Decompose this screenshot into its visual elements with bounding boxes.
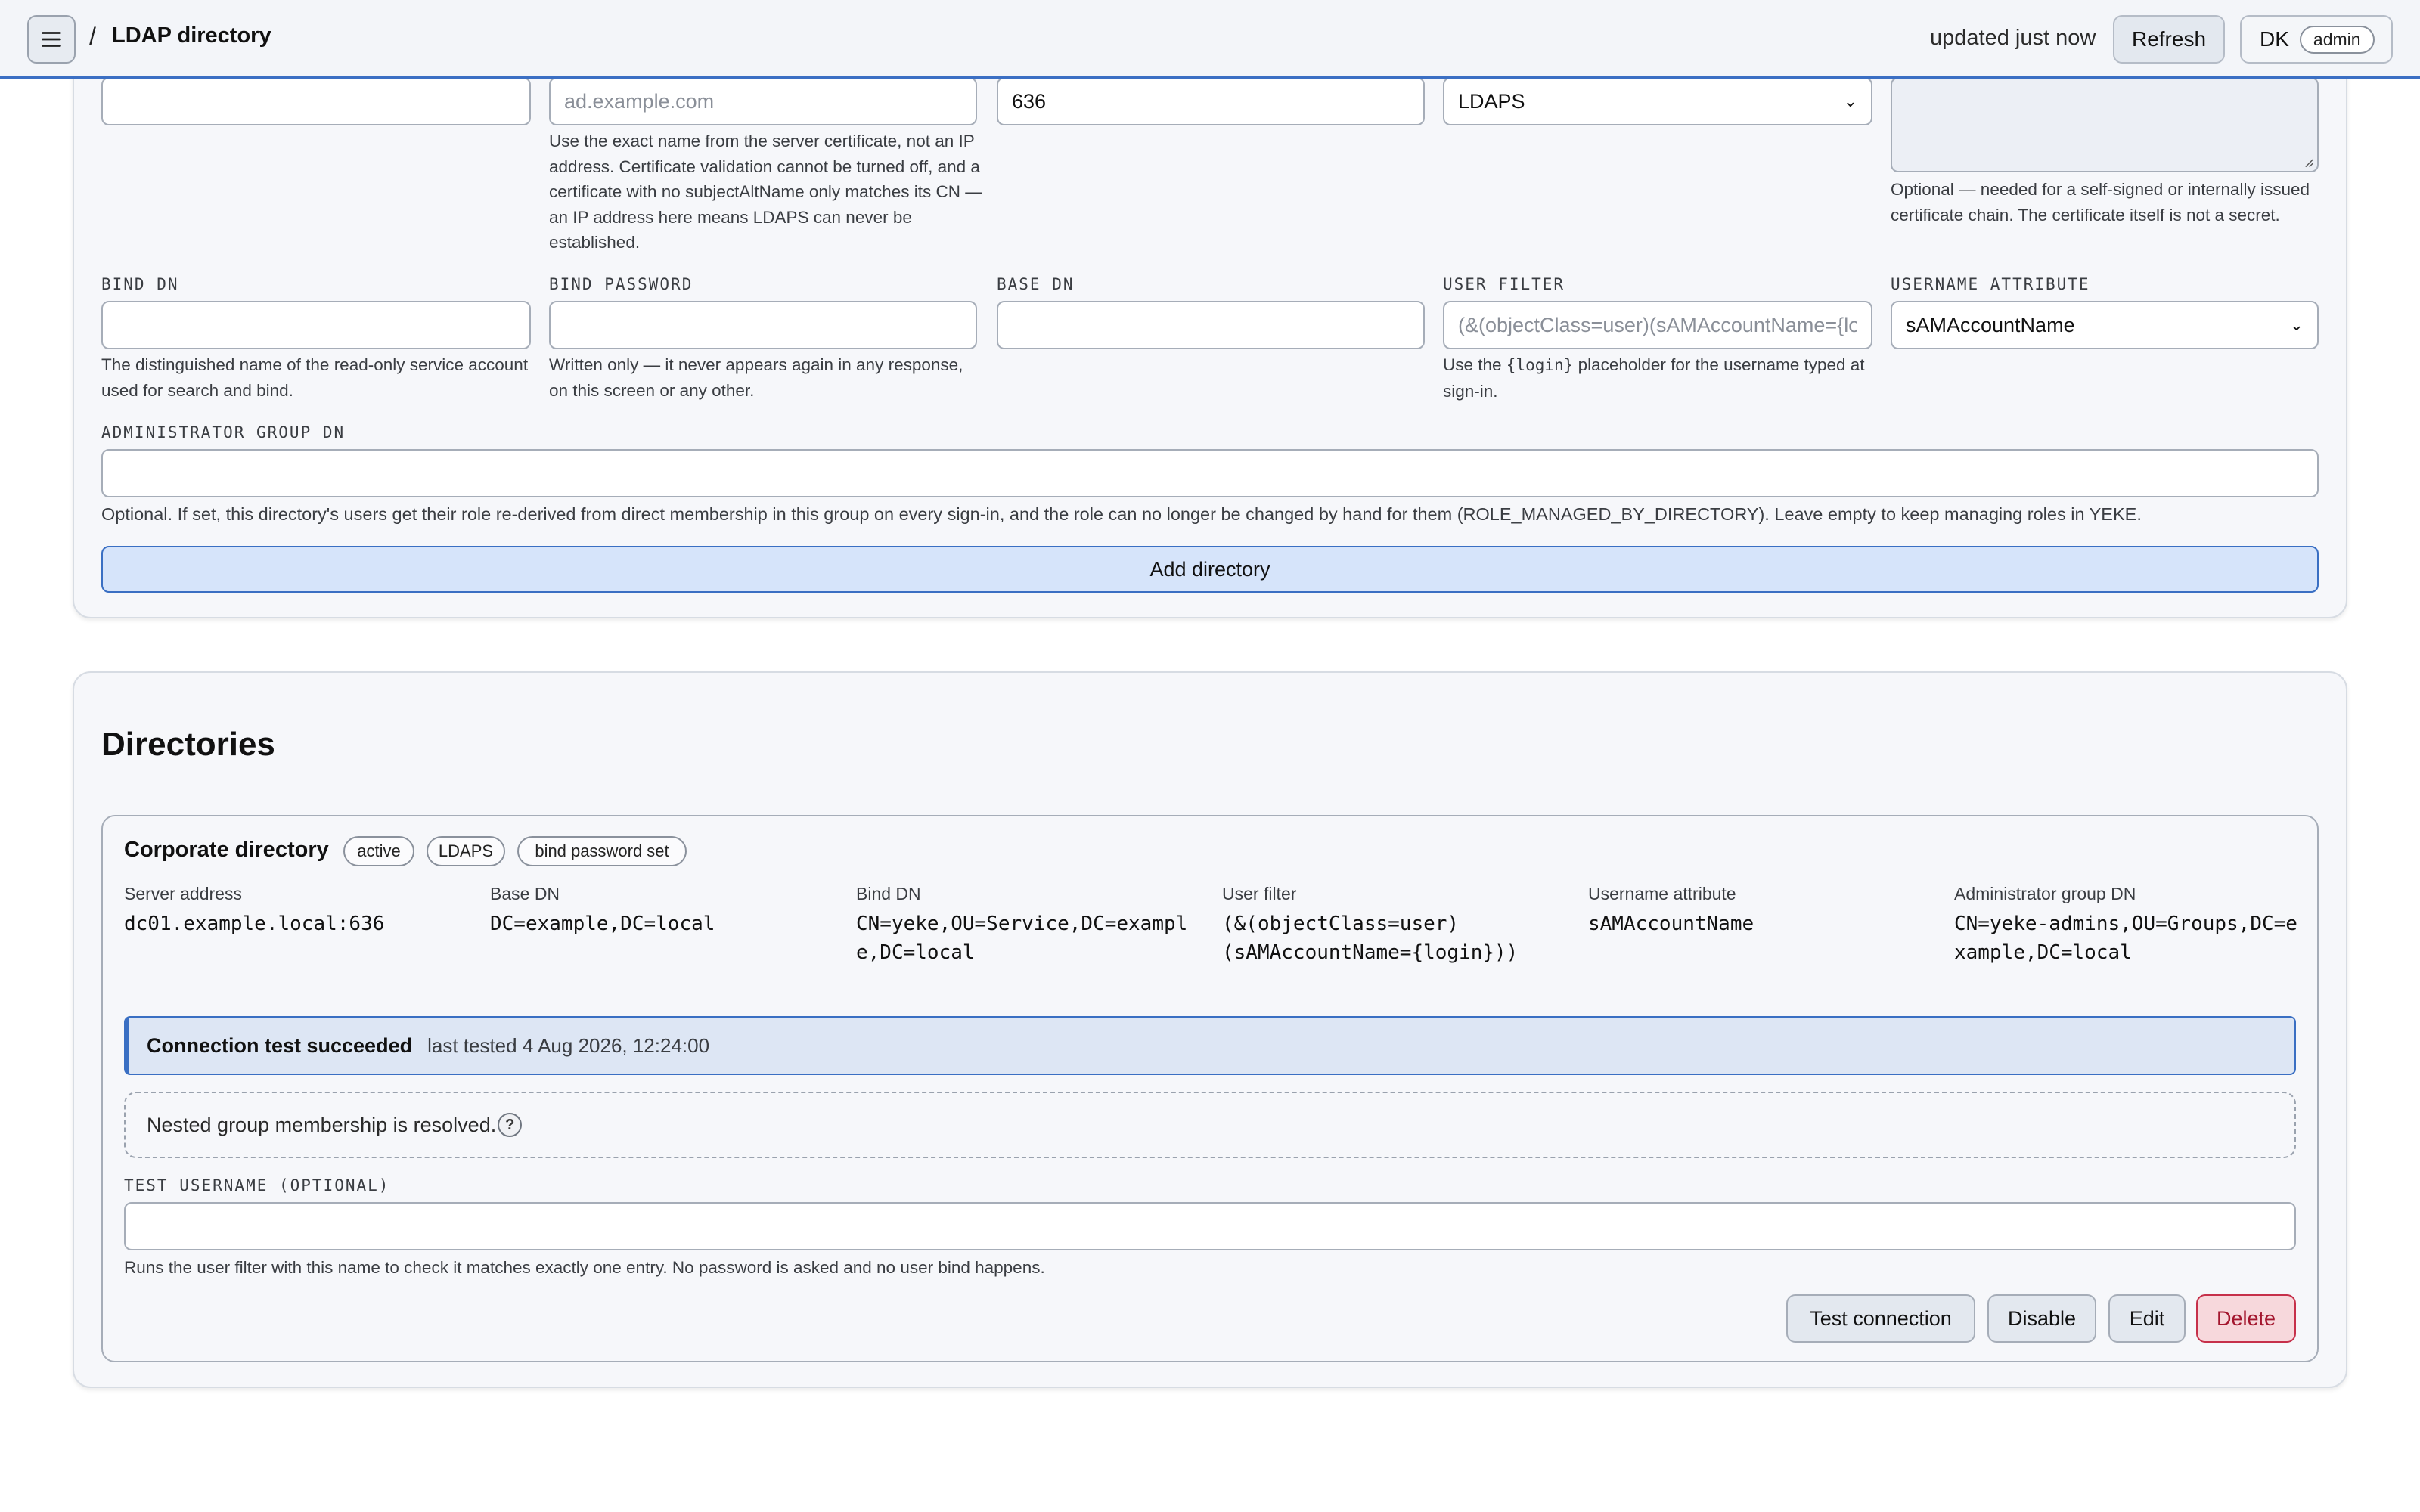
test-status: Connection test succeeded [147,1033,413,1057]
admin-group-dn-meta-label: Administrator group DN [1954,884,2136,903]
nested-group-note: Nested group membership is resolved. ? [124,1092,2296,1158]
chevron-down-icon: ⌄ [2289,315,2304,334]
delete-button[interactable]: Delete [2196,1294,2296,1343]
refresh-button[interactable]: Refresh [2113,15,2225,64]
top-bar: / LDAP directory updated just now Refres… [0,0,2420,79]
status-badge: active [343,836,414,866]
user-filter-label: USER FILTER [1443,275,1565,293]
bind-password-help: Written only — it never appears again in… [549,355,963,400]
test-username-label: TEST USERNAME (OPTIONAL) [124,1176,390,1194]
bind-dn-label: BIND DN [101,275,179,293]
admin-group-dn-input[interactable] [101,449,2319,497]
admin-group-dn-help: Optional. If set, this directory's users… [101,504,2142,524]
username-attribute-select[interactable]: sAMAccountName ⌄ [1891,301,2319,349]
username-attribute-meta-label: Username attribute [1588,884,1736,903]
username-attribute-label: USERNAME ATTRIBUTE [1891,275,2090,293]
admin-group-dn-value: CN=yeke-admins,OU=Groups,DC=example,DC=l… [1954,912,2297,964]
bind-password-badge: bind password set [517,836,687,866]
bind-password-input[interactable] [549,301,977,349]
directory-name: Corporate directory [124,838,329,862]
test-timestamp: last tested 4 Aug 2026, 12:24:00 [427,1033,710,1057]
port-input[interactable] [997,77,1425,125]
login-placeholder-code: {login} [1506,356,1574,374]
bind-dn-input[interactable] [101,301,531,349]
server-address-value: dc01.example.local:636 [124,912,385,935]
user-filter-help: Use the {login} placeholder for the user… [1443,352,1866,404]
connection-test-banner: Connection test succeeded last tested 4 … [124,1016,2296,1075]
role-badge: admin [2299,25,2375,54]
base-dn-value: DC=example,DC=local [490,912,715,935]
admin-group-dn-label: ADMINISTRATOR GROUP DN [101,423,346,442]
user-filter-input[interactable] [1443,301,1872,349]
nested-group-text: Nested group membership is resolved. [147,1113,497,1136]
test-connection-button[interactable]: Test connection [1786,1294,1975,1343]
test-username-input[interactable] [124,1202,2296,1250]
user-initials: DK [2260,27,2289,51]
user-menu-button[interactable]: DK admin [2240,15,2393,64]
bind-dn-meta-label: Bind DN [856,884,921,903]
base-dn-meta-label: Base DN [490,884,560,903]
protocol-value: LDAPS [1458,89,1525,113]
server-address-label: Server address [124,884,242,903]
edit-button[interactable]: Edit [2108,1294,2186,1343]
bind-dn-help: The distinguished name of the read-only … [101,355,529,400]
directories-title: Directories [101,726,275,763]
bind-dn-value: CN=yeke,OU=Service,DC=example,DC=local [856,912,1188,964]
directory-name-input[interactable] [101,77,531,125]
test-username-help: Runs the user filter with this name to c… [124,1258,1045,1277]
ca-certificate-textarea[interactable] [1891,77,2319,172]
user-filter-value: (&(objectClass=user) (sAMAccountName={log… [1222,912,1519,964]
username-attribute-value: sAMAccountName [1906,313,2075,336]
host-help: Use the exact name from the server certi… [549,132,982,252]
page-title: LDAP directory [112,23,271,48]
ca-certificate-help: Optional — needed for a self-signed or i… [1891,180,2310,225]
base-dn-input[interactable] [997,301,1425,349]
host-input[interactable] [549,77,977,125]
updated-status: updated just now [1930,26,2096,50]
user-filter-help-pre: Use the [1443,355,1506,374]
bind-password-label: BIND PASSWORD [549,275,693,293]
protocol-select[interactable]: LDAPS ⌄ [1443,77,1872,125]
user-filter-meta-label: User filter [1222,884,1297,903]
resize-grip-icon[interactable] [2304,157,2314,168]
disable-button[interactable]: Disable [1987,1294,2096,1343]
chevron-down-icon: ⌄ [1843,91,1857,110]
base-dn-label: BASE DN [997,275,1075,293]
username-attribute-value-display: sAMAccountName [1588,912,1754,935]
breadcrumb-separator: / [89,23,96,50]
hamburger-icon [42,32,61,47]
add-directory-button[interactable]: Add directory [101,546,2319,593]
question-icon[interactable]: ? [498,1113,523,1137]
protocol-badge: LDAPS [427,836,505,866]
menu-button[interactable] [27,15,76,64]
